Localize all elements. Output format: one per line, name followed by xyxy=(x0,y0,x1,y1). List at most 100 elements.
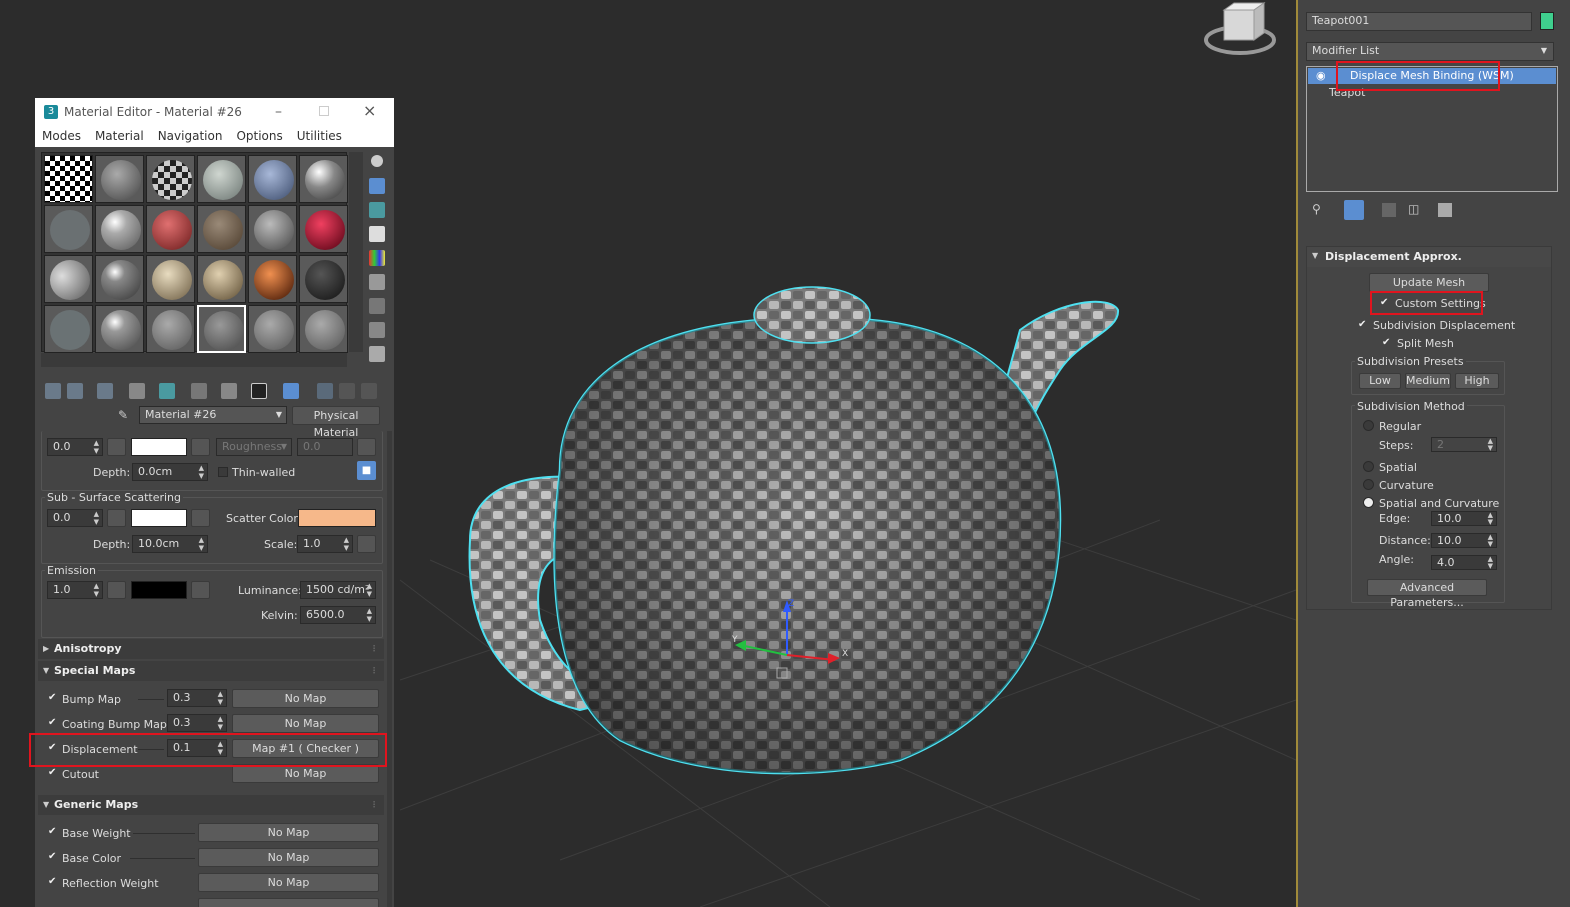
advanced-parameters-button[interactable]: Advanced Parameters... xyxy=(1367,579,1487,609)
top-value-spinner[interactable]: 0.0 ▲ ▼ xyxy=(47,438,103,456)
close-button[interactable]: × xyxy=(363,101,376,120)
base-weight-map-button[interactable]: No Map xyxy=(198,823,379,842)
bump-map-button[interactable]: No Map xyxy=(232,689,379,708)
assign-to-selection-icon[interactable] xyxy=(97,383,113,399)
sample-slot[interactable] xyxy=(197,255,246,303)
reflection-weight-checkbox[interactable]: ✔ xyxy=(48,877,58,887)
subsurface-color-swatch[interactable] xyxy=(131,509,187,527)
sample-slot[interactable] xyxy=(197,155,246,203)
sample-slot[interactable] xyxy=(95,205,144,253)
scale-spinner[interactable]: 1.0 ▲ ▼ xyxy=(297,535,353,553)
scatter-color-swatch[interactable] xyxy=(298,509,376,527)
sample-slot[interactable] xyxy=(44,205,93,253)
sample-slot[interactable] xyxy=(248,255,297,303)
lock-icon[interactable]: ■ xyxy=(357,461,376,480)
sample-slot[interactable] xyxy=(248,155,297,203)
subsurface-depth-spinner[interactable]: 10.0cm ▲ ▼ xyxy=(132,535,208,553)
rollout-header[interactable]: ▼ Displacement Approx. xyxy=(1307,247,1551,267)
material-editor-titlebar[interactable]: 3 Material Editor - Material #26 – × xyxy=(35,98,394,125)
pin-stack-icon[interactable]: ⚲ xyxy=(1312,202,1321,216)
cutout-checkbox[interactable]: ✔ xyxy=(48,768,58,778)
split-mesh-checkbox[interactable]: ✔ xyxy=(1382,338,1392,348)
show-shaded-material-icon[interactable] xyxy=(283,383,299,399)
base-color-map-button[interactable]: No Map xyxy=(198,848,379,867)
object-name-field[interactable]: Teapot001 xyxy=(1306,12,1532,31)
sample-slot[interactable] xyxy=(44,305,93,353)
edge-spinner[interactable]: 10.0 ▲ ▼ xyxy=(1431,511,1497,526)
top-color-swatch[interactable] xyxy=(131,438,187,456)
sample-slot[interactable] xyxy=(95,305,144,353)
preset-high-button[interactable]: High xyxy=(1455,373,1499,389)
viewcube[interactable] xyxy=(1204,2,1276,55)
spatial-and-curvature-radio[interactable] xyxy=(1363,497,1374,508)
sample-slot[interactable] xyxy=(299,255,348,303)
material-type-button[interactable]: Physical Material xyxy=(292,406,380,439)
emission-color-swatch[interactable] xyxy=(131,581,187,599)
sample-slot[interactable] xyxy=(95,255,144,303)
kelvin-spinner[interactable]: 6500.0 ▲ ▼ xyxy=(300,606,376,624)
regular-radio[interactable] xyxy=(1363,420,1374,431)
bump-map-checkbox[interactable]: ✔ xyxy=(48,693,58,703)
next-map-button[interactable] xyxy=(198,898,379,907)
make-unique-icon[interactable] xyxy=(1382,203,1396,217)
get-material-icon[interactable] xyxy=(45,383,61,399)
sample-slot[interactable] xyxy=(299,155,348,203)
teapot-object[interactable] xyxy=(468,286,1120,775)
slots-scrollbar-vertical[interactable] xyxy=(349,152,363,352)
eyedropper-icon[interactable]: ✎ xyxy=(118,408,128,422)
sample-slot[interactable] xyxy=(146,305,195,353)
material-id-icon[interactable] xyxy=(221,383,237,399)
coating-bump-map-spinner[interactable]: 0.3 ▲ ▼ xyxy=(167,714,227,732)
sample-slot[interactable] xyxy=(197,205,246,253)
preset-medium-button[interactable]: Medium xyxy=(1405,373,1451,389)
menu-utilities[interactable]: Utilities xyxy=(297,129,342,143)
select-by-material-icon[interactable] xyxy=(369,322,385,338)
maximize-button[interactable] xyxy=(319,106,329,116)
sample-slot[interactable] xyxy=(44,155,93,203)
subsurface-value-spinner[interactable]: 0.0 ▲ ▼ xyxy=(47,509,103,527)
make-preview-icon[interactable] xyxy=(369,274,385,290)
backlight-icon[interactable] xyxy=(369,178,385,194)
top-map-button[interactable] xyxy=(107,438,126,456)
material-editor-window[interactable]: 3 Material Editor - Material #26 – × Mod… xyxy=(35,98,394,907)
object-color-swatch[interactable] xyxy=(1540,12,1554,30)
coating-bump-map-button[interactable]: No Map xyxy=(232,714,379,733)
spatial-radio[interactable] xyxy=(1363,461,1374,472)
sample-slot[interactable] xyxy=(95,155,144,203)
put-to-scene-icon[interactable] xyxy=(67,383,83,399)
sample-type-icon[interactable] xyxy=(371,155,383,167)
sample-slot[interactable] xyxy=(146,255,195,303)
reflection-weight-map-button[interactable]: No Map xyxy=(198,873,379,892)
base-color-checkbox[interactable]: ✔ xyxy=(48,852,58,862)
coating-bump-map-checkbox[interactable]: ✔ xyxy=(48,718,58,728)
rollout-special-maps[interactable]: ▼ Special Maps ⋮ xyxy=(38,661,384,681)
make-unique-icon[interactable] xyxy=(159,383,175,399)
background-icon[interactable] xyxy=(369,202,385,218)
emission-value-spinner[interactable]: 1.0 ▲ ▼ xyxy=(47,581,103,599)
slots-scrollbar-horizontal[interactable] xyxy=(41,353,347,367)
sample-slot[interactable] xyxy=(248,205,297,253)
subdivision-displacement-checkbox[interactable]: ✔ xyxy=(1358,320,1368,330)
configure-modifier-sets-icon[interactable] xyxy=(1438,203,1452,217)
menu-navigation[interactable]: Navigation xyxy=(158,129,223,143)
angle-spinner[interactable]: 4.0 ▲ ▼ xyxy=(1431,555,1497,570)
sample-slot[interactable] xyxy=(44,255,93,303)
options-icon[interactable] xyxy=(369,298,385,314)
emission-map-button[interactable] xyxy=(107,581,126,599)
depth-spinner[interactable]: 0.0cm ▲ ▼ xyxy=(132,463,208,481)
sample-slot[interactable] xyxy=(248,305,297,353)
put-to-library-icon[interactable] xyxy=(191,383,207,399)
minimize-button[interactable]: – xyxy=(275,104,289,120)
bump-map-spinner[interactable]: 0.3 ▲ ▼ xyxy=(167,689,227,707)
top-color-map-button[interactable] xyxy=(191,438,210,456)
eye-icon[interactable]: ◉ xyxy=(1316,69,1326,82)
uv-tiling-icon[interactable] xyxy=(369,226,385,242)
roughness-spinner[interactable]: 0.0 xyxy=(297,438,353,456)
show-end-result-icon[interactable] xyxy=(317,383,333,399)
sample-slot[interactable] xyxy=(146,205,195,253)
menu-material[interactable]: Material xyxy=(95,129,144,143)
properties-scrollbar[interactable] xyxy=(387,431,392,907)
curvature-radio[interactable] xyxy=(1363,479,1374,490)
roughness-map-button[interactable] xyxy=(357,438,376,456)
subsurface-color-map-button[interactable] xyxy=(191,509,210,527)
